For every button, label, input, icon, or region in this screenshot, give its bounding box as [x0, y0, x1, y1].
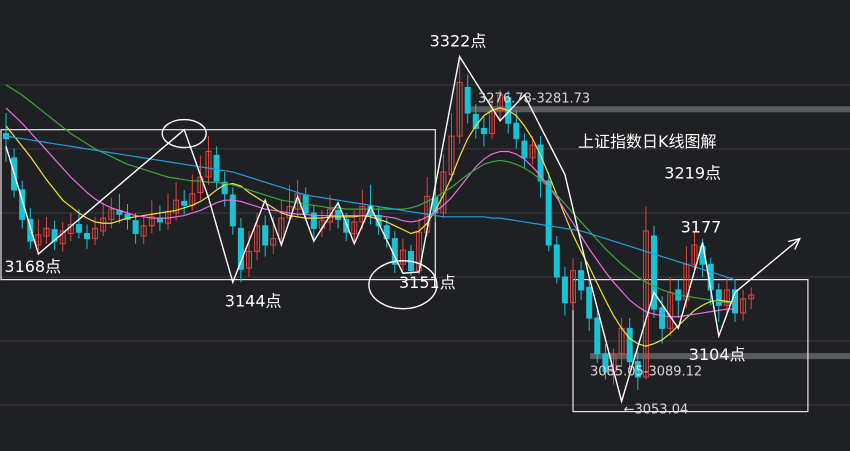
kline-chart: 3322点 3219点 3177 3168点 3144点 3151点 3104点 3276.7…: [0, 0, 850, 451]
candle-body: [578, 270, 585, 291]
kline-chart-svg: 3322点 3219点 3177 3168点 3144点 3151点 3104点 3276.7…: [0, 32, 850, 417]
price-label: 3151点: [399, 273, 456, 292]
low-marker-label: ←3053.04: [624, 402, 689, 417]
support-label: 3085.05-3089.12: [590, 364, 702, 379]
price-label: 3144点: [225, 292, 282, 311]
candle-body: [181, 200, 188, 206]
resistance-band: [470, 106, 850, 113]
candle-body: [594, 317, 601, 355]
candle-body: [715, 289, 722, 306]
candle-body: [84, 232, 90, 240]
candle-body: [659, 307, 666, 329]
candle-body: [75, 224, 82, 233]
price-label: 3168点: [4, 257, 61, 276]
candle-body: [513, 122, 520, 140]
candle-body: [561, 276, 568, 304]
candle-body: [521, 140, 528, 159]
candle-body: [553, 244, 560, 278]
price-label: 3219点: [664, 164, 721, 183]
highlight-circle: [161, 118, 207, 149]
projection-arrow: [734, 238, 801, 293]
chart-title: 上证指数日K线图解: [578, 132, 717, 151]
resistance-label: 3276.78-3281.73: [478, 91, 590, 106]
candle-body: [262, 225, 269, 246]
candle-body: [545, 180, 552, 246]
candle-body: [132, 220, 139, 234]
candle-body: [626, 327, 633, 363]
candle-body: [335, 209, 342, 220]
candle-body: [480, 127, 487, 135]
price-label: 3322点: [430, 32, 487, 51]
price-label: 3104点: [689, 345, 746, 364]
candle-body: [586, 286, 593, 319]
price-label: 3177: [681, 217, 722, 236]
candle-body: [464, 86, 471, 114]
candle-body: [213, 154, 220, 182]
